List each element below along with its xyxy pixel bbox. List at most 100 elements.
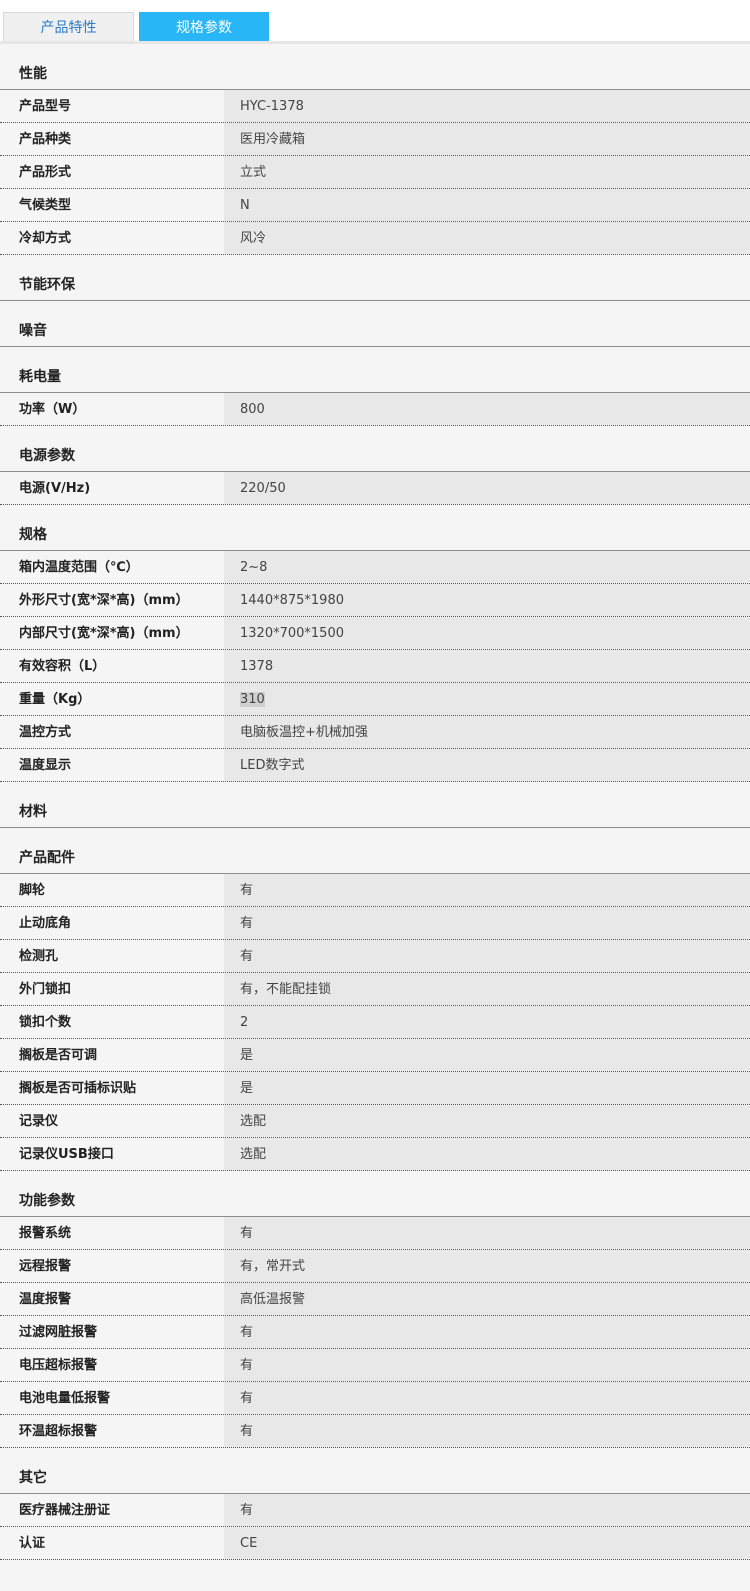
spec-label: 气候类型: [0, 189, 224, 221]
spec-label: 电压超标报警: [0, 1349, 224, 1381]
tab-divider: [0, 41, 750, 44]
spec-label: 温度显示: [0, 749, 224, 781]
spec-value: CE: [224, 1527, 750, 1559]
spec-value: 2: [224, 1006, 750, 1038]
spec-row: 脚轮有: [0, 874, 750, 907]
spec-label: 箱内温度范围（℃）: [0, 551, 224, 583]
spec-value: 高低温报警: [224, 1283, 750, 1315]
spec-value: 有: [224, 1217, 750, 1249]
spec-value: 立式: [224, 156, 750, 188]
spec-value: 有: [224, 940, 750, 972]
spec-page: 产品特性 规格参数 性能 产品型号 HYC-1378 产品种类 医用冷藏箱 产品形式 立式气…: [0, 0, 750, 1591]
spec-row: 气候类型 N: [0, 189, 750, 222]
section-heading: 材料: [0, 794, 750, 828]
spec-value: 有，不能配挂锁: [224, 973, 750, 1005]
selected-text: 310: [240, 692, 265, 707]
spec-row: 搁板是否可调是: [0, 1039, 750, 1072]
spec-label: 记录仪: [0, 1105, 224, 1137]
spec-label: 电池电量低报警: [0, 1382, 224, 1414]
spec-label: 电源(V/Hz): [0, 472, 224, 504]
spec-label: 医疗器械注册证: [0, 1494, 224, 1526]
spec-value: 有: [224, 1349, 750, 1381]
spec-label: 外形尺寸(宽*深*高)（mm）: [0, 584, 224, 616]
spec-label: 外门锁扣: [0, 973, 224, 1005]
spec-label: 脚轮: [0, 874, 224, 906]
section-heading: 噪音: [0, 313, 750, 347]
spec-value: N: [224, 189, 750, 221]
spec-row: 搁板是否可插标识贴是: [0, 1072, 750, 1105]
spec-value: 有: [224, 874, 750, 906]
section-heading: 功能参数: [0, 1183, 750, 1217]
spec-value: 有: [224, 907, 750, 939]
spec-value: 有: [224, 1415, 750, 1447]
spec-value: 有: [224, 1494, 750, 1526]
spec-row: 温度报警 高低温报警: [0, 1283, 750, 1316]
spec-row: 记录仪USB接口 选配: [0, 1138, 750, 1171]
section-heading: 产品配件: [0, 840, 750, 874]
spec-label: 有效容积（L）: [0, 650, 224, 682]
spec-row: 外形尺寸(宽*深*高)（mm） 1440*875*1980: [0, 584, 750, 617]
spec-label: 认证: [0, 1527, 224, 1559]
spec-value: 有: [224, 1382, 750, 1414]
spec-value: 电脑板温控+机械加强: [224, 716, 750, 748]
spec-value: 1320*700*1500: [224, 617, 750, 649]
spec-label: 锁扣个数: [0, 1006, 224, 1038]
tab-specifications[interactable]: 规格参数: [139, 12, 269, 43]
spec-row: 电池电量低报警有: [0, 1382, 750, 1415]
spec-row: 过滤网脏报警有: [0, 1316, 750, 1349]
spec-row: 报警系统有: [0, 1217, 750, 1250]
spec-row: 有效容积（L） 1378: [0, 650, 750, 683]
spec-row: 记录仪 选配: [0, 1105, 750, 1138]
spec-row: 箱内温度范围（℃） 2~8: [0, 551, 750, 584]
spec-row: 电压超标报警有: [0, 1349, 750, 1382]
spec-row: 远程报警 有，常开式: [0, 1250, 750, 1283]
spec-label: 产品形式: [0, 156, 224, 188]
spec-label: 搁板是否可插标识贴: [0, 1072, 224, 1104]
spec-row: 电源(V/Hz) 220/50: [0, 472, 750, 505]
spec-label: 止动底角: [0, 907, 224, 939]
spec-value: 有: [224, 1316, 750, 1348]
section-heading: 电源参数: [0, 438, 750, 472]
spec-row: 认证 CE: [0, 1527, 750, 1560]
spec-label: 过滤网脏报警: [0, 1316, 224, 1348]
section-heading: 性能: [0, 56, 750, 90]
spec-table: 性能 产品型号 HYC-1378 产品种类 医用冷藏箱 产品形式 立式 气候类型 N 冷却方式 风冷…: [0, 56, 750, 1560]
section-heading: 节能环保: [0, 267, 750, 301]
spec-label: 报警系统: [0, 1217, 224, 1249]
spec-label: 产品种类: [0, 123, 224, 155]
section-heading: 规格: [0, 517, 750, 551]
spec-value: 选配: [224, 1138, 750, 1170]
spec-label: 温控方式: [0, 716, 224, 748]
tab-product-features[interactable]: 产品特性: [3, 12, 134, 43]
spec-label: 搁板是否可调: [0, 1039, 224, 1071]
spec-label: 检测孔: [0, 940, 224, 972]
spec-row: 外门锁扣 有，不能配挂锁: [0, 973, 750, 1006]
spec-value: 1440*875*1980: [224, 584, 750, 616]
spec-row: 医疗器械注册证有: [0, 1494, 750, 1527]
tab-bar: 产品特性 规格参数: [0, 0, 750, 44]
spec-value: 医用冷藏箱: [224, 123, 750, 155]
spec-row: 锁扣个数 2: [0, 1006, 750, 1039]
spec-value: 有，常开式: [224, 1250, 750, 1282]
spec-row: 温度显示 LED数字式: [0, 749, 750, 782]
spec-row: 重量（Kg） 310: [0, 683, 750, 716]
spec-label: 内部尺寸(宽*深*高)（mm）: [0, 617, 224, 649]
spec-row: 功率（W） 800: [0, 393, 750, 426]
spec-label: 重量（Kg）: [0, 683, 224, 715]
spec-row: 产品型号 HYC-1378: [0, 90, 750, 123]
spec-value: 是: [224, 1072, 750, 1104]
spec-value: 是: [224, 1039, 750, 1071]
spec-row: 产品形式 立式: [0, 156, 750, 189]
section-heading: 其它: [0, 1460, 750, 1494]
spec-label: 记录仪USB接口: [0, 1138, 224, 1170]
spec-value: 310: [224, 683, 750, 715]
section-heading: 耗电量: [0, 359, 750, 393]
spec-value: 220/50: [224, 472, 750, 504]
spec-row: 止动底角有: [0, 907, 750, 940]
spec-row: 检测孔有: [0, 940, 750, 973]
spec-value: HYC-1378: [224, 90, 750, 122]
spec-row: 产品种类 医用冷藏箱: [0, 123, 750, 156]
spec-value: 风冷: [224, 222, 750, 254]
spec-row: 内部尺寸(宽*深*高)（mm） 1320*700*1500: [0, 617, 750, 650]
spec-row: 环温超标报警有: [0, 1415, 750, 1448]
